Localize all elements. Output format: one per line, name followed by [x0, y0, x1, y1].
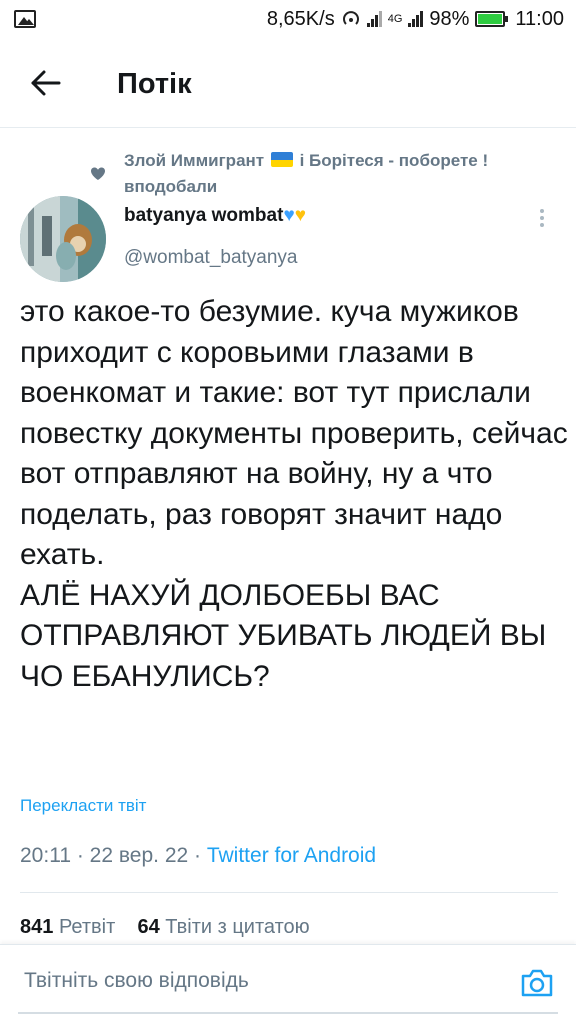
network-speed: 8,65K/s — [266, 7, 335, 30]
divider — [20, 892, 558, 893]
battery-percent: 98% — [429, 7, 470, 30]
liked-by-action: вподобали — [124, 177, 218, 196]
tweet-source-link[interactable]: Twitter for Android — [207, 844, 376, 867]
back-arrow-icon[interactable] — [28, 68, 62, 98]
reply-input[interactable] — [24, 969, 484, 993]
avatar-image — [20, 196, 106, 282]
translate-tweet-link[interactable]: Перекласти твіт — [20, 796, 146, 816]
gallery-notification-icon — [14, 10, 36, 28]
reply-underline — [18, 1012, 558, 1014]
tweet-time: 20:11 — [20, 844, 71, 867]
meta-separator: · — [194, 844, 207, 867]
liked-by-motto: і Борітеся - поборете ! — [299, 151, 489, 170]
clock: 11:00 — [515, 7, 564, 30]
hotspot-icon — [342, 11, 359, 25]
retweet-count[interactable]: 841 — [20, 916, 53, 938]
quote-label[interactable]: Твіти з цитатою — [165, 916, 309, 938]
camera-icon[interactable] — [520, 967, 554, 999]
heart-icon — [91, 167, 105, 180]
page-title: Потік — [117, 68, 192, 100]
liked-by-user: Злой Иммигрант — [124, 151, 265, 170]
signal-bars-2-icon — [408, 11, 424, 27]
battery-icon — [475, 11, 509, 27]
app-bar: Потік — [0, 38, 576, 128]
author-name[interactable]: batyanya wombat♥♥ — [124, 205, 306, 227]
tweet-text: это какое-то безумие. куча мужиков прихо… — [20, 295, 568, 693]
yellow-heart-icon: ♥ — [294, 205, 306, 226]
more-options-icon[interactable] — [537, 206, 547, 234]
author-handle[interactable]: @wombat_batyanya — [124, 247, 298, 269]
network-type: 4G — [387, 13, 403, 25]
tweet-meta: 20:11 · 22 вер. 22 · Twitter for Android — [20, 844, 376, 868]
avatar[interactable] — [20, 196, 106, 282]
retweet-label[interactable]: Ретвіт — [59, 916, 115, 938]
liked-by-text: Злой Иммигрант і Борітеся - поборете ! в… — [124, 148, 564, 200]
status-bar: 8,65K/s 4G 98% 11:00 — [0, 0, 576, 38]
meta-separator: · — [76, 844, 90, 867]
quote-count[interactable]: 64 — [137, 916, 159, 938]
tweet-stats: 841 Ретвіт 64 Твіти з цитатою — [20, 916, 310, 939]
tweet-date: 22 вер. 22 — [89, 844, 189, 867]
signal-bars-1-icon — [366, 11, 382, 27]
ukraine-flag-icon — [270, 152, 293, 167]
blue-heart-icon: ♥ — [283, 205, 295, 226]
